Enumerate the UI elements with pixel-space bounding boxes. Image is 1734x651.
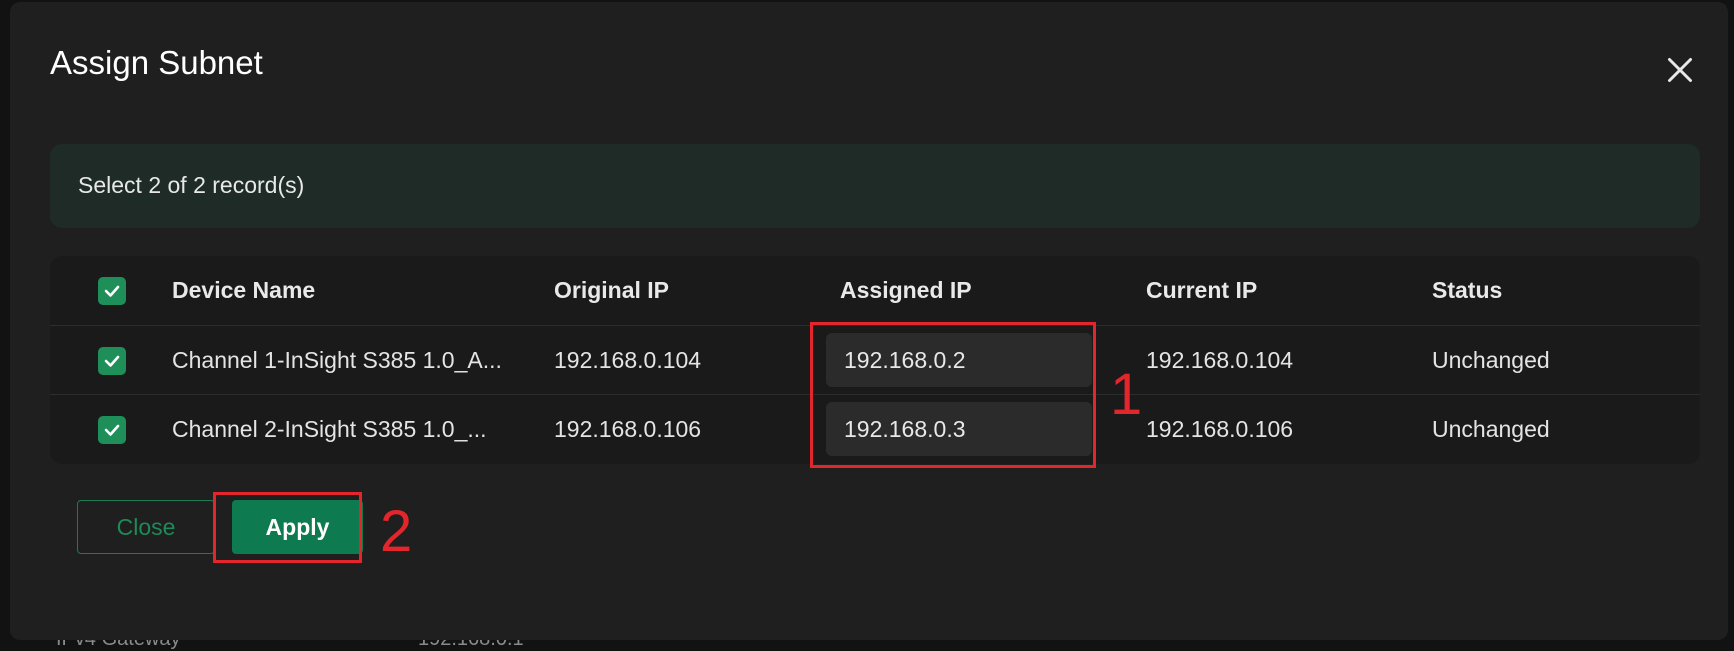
check-icon <box>104 355 120 367</box>
column-header-status: Status <box>1432 277 1503 303</box>
row-checkbox[interactable] <box>98 347 126 375</box>
assigned-ip-input[interactable] <box>826 402 1092 456</box>
column-header-device-name: Device Name <box>172 277 316 303</box>
assigned-ip-input[interactable] <box>826 333 1092 387</box>
current-ip-cell: 192.168.0.106 <box>1146 416 1294 442</box>
table-row: Channel 1-InSight S385 1.0_A... 192.168.… <box>50 325 1700 394</box>
dialog-title: Assign Subnet <box>50 44 263 81</box>
annotation-number-2: 2 <box>380 499 413 564</box>
row-checkbox[interactable] <box>98 416 126 444</box>
column-header-assigned-ip: Assigned IP <box>840 277 972 303</box>
status-cell: Unchanged <box>1432 347 1550 373</box>
device-name-cell: Channel 2-InSight S385 1.0_... <box>172 416 487 442</box>
check-icon <box>104 424 120 436</box>
status-cell: Unchanged <box>1432 416 1550 442</box>
select-all-checkbox[interactable] <box>98 277 126 305</box>
column-header-original-ip: Original IP <box>554 277 670 303</box>
selection-banner: Select 2 of 2 record(s) <box>50 144 1700 228</box>
close-icon[interactable] <box>1662 52 1698 88</box>
selection-count-text: Select 2 of 2 record(s) <box>78 172 305 198</box>
original-ip-cell: 192.168.0.104 <box>554 347 702 373</box>
current-ip-cell: 192.168.0.104 <box>1146 347 1294 373</box>
original-ip-cell: 192.168.0.106 <box>554 416 702 442</box>
table-header-row: Device Name Original IP Assigned IP Curr… <box>50 256 1700 325</box>
check-icon <box>104 285 120 297</box>
close-button[interactable]: Close <box>77 500 215 554</box>
table-row: Channel 2-InSight S385 1.0_... 192.168.0… <box>50 394 1700 463</box>
annotation-number-1: 1 <box>1110 362 1143 427</box>
assign-subnet-dialog: Assign Subnet Select 2 of 2 record(s) De… <box>10 2 1728 640</box>
devices-table: Device Name Original IP Assigned IP Curr… <box>50 256 1700 464</box>
apply-button[interactable]: Apply <box>232 500 363 554</box>
device-name-cell: Channel 1-InSight S385 1.0_A... <box>172 347 502 373</box>
column-header-current-ip: Current IP <box>1146 277 1258 303</box>
